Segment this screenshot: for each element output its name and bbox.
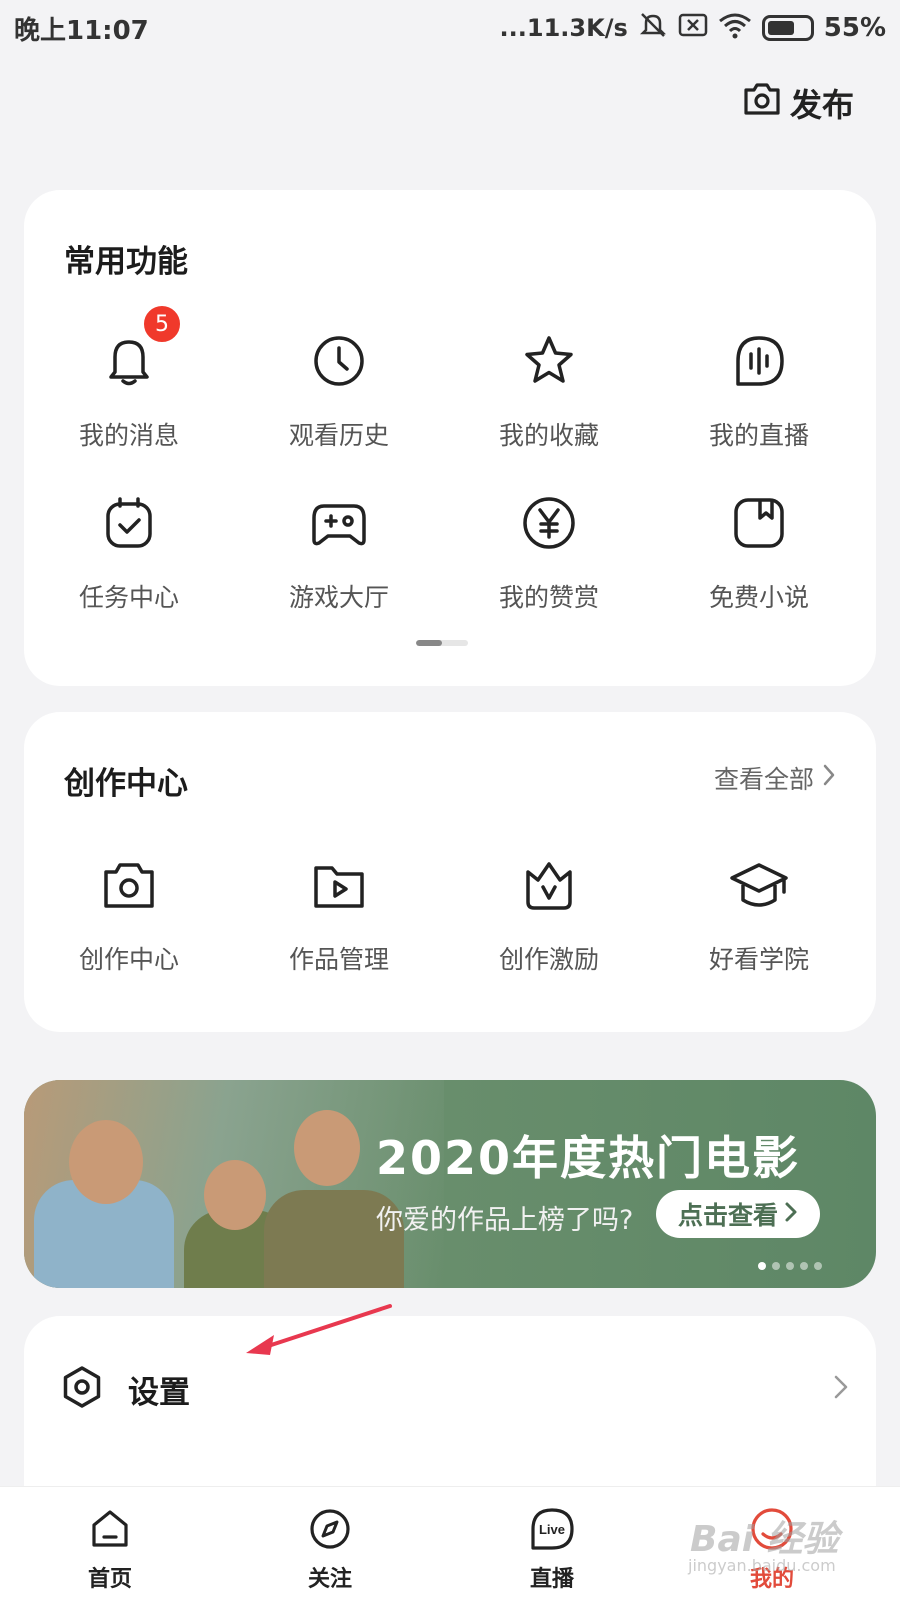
grid-item-my-live[interactable]: 我的直播 [654,330,864,452]
grid-item-creation-incentive[interactable]: 创作激励 [444,854,654,976]
publish-button[interactable]: 发布 [742,80,854,126]
bell-icon: 5 [98,304,182,392]
calendar-check-icon [98,492,160,554]
settings-icon [60,1365,104,1413]
svg-text:Live: Live [539,1522,565,1537]
view-all-link[interactable]: 查看全部 [714,760,836,796]
star-icon [518,330,580,392]
yen-icon [518,492,580,554]
banner-dot [814,1262,822,1270]
home-icon [88,1507,132,1555]
watermark: Bai 经验 [690,1519,839,1560]
network-speed: ...11.3K/s [499,14,628,42]
common-functions-card: 常用功能 5 我的消息 观看历史 我的收藏 我的直播 任务中心 游戏大厅 我的赞… [24,190,876,686]
battery-icon [761,15,814,41]
promo-banner[interactable]: 2020年度热门电影 你爱的作品上榜了吗? 点击查看 [24,1080,876,1288]
watermark-url: jingyan.baidu.com [688,1556,836,1575]
live-icon: Live [529,1507,575,1555]
creation-center-card: 创作中心 查看全部 创作中心 作品管理 创作激励 好看学院 [24,712,876,1032]
grid-item-label: 我的收藏 [498,421,599,450]
sim-disabled-icon [678,12,708,45]
common-functions-title: 常用功能 [64,244,188,280]
grid-item-task-center[interactable]: 任务中心 [24,492,234,614]
banner-dot [800,1262,808,1270]
grid-item-label: 作品管理 [288,945,389,974]
chevron-right-icon [832,1373,850,1405]
grid-item-label: 任务中心 [78,583,179,612]
grid-item-label: 我的消息 [78,421,179,450]
settings-label: 设置 [128,1374,190,1411]
page-indicator [416,640,468,646]
status-indicators: ...11.3K/s 55% [500,10,886,47]
banner-subtitle: 你爱的作品上榜了吗? [376,1205,634,1236]
creation-center-title: 创作中心 [64,766,188,802]
view-all-label: 查看全部 [713,765,814,794]
mute-icon [638,10,668,47]
grid-item-label: 我的直播 [708,421,809,450]
crown-icon [518,854,580,916]
graduation-cap-icon [728,854,790,916]
banner-button-label: 点击查看 [678,1201,779,1230]
settings-row[interactable]: 设置 [60,1354,850,1424]
banner-dot [772,1262,780,1270]
gamepad-icon [308,492,370,554]
banner-page-dots [758,1262,822,1270]
grid-item-label: 创作中心 [78,945,179,974]
grid-item-label: 观看历史 [288,421,389,450]
camera-icon [98,854,160,916]
status-bar: 晚上11:07 ...11.3K/s 55% [0,0,900,56]
publish-label: 发布 [789,86,854,124]
banner-view-button[interactable]: 点击查看 [656,1190,821,1238]
grid-item-works-management[interactable]: 作品管理 [234,854,444,976]
nav-label: 直播 [529,1567,574,1592]
nav-item-live[interactable]: Live 直播 [492,1507,612,1593]
nav-item-home[interactable]: 首页 [50,1507,170,1593]
grid-item-label: 免费小说 [708,583,809,612]
nav-label: 首页 [87,1567,132,1592]
grid-item-my-rewards[interactable]: 我的赞赏 [444,492,654,614]
grid-item-label: 我的赞赏 [498,583,599,612]
banner-title: 2020年度热门电影 [376,1131,801,1185]
grid-item-my-favorites[interactable]: 我的收藏 [444,330,654,452]
grid-item-game-hall[interactable]: 游戏大厅 [234,492,444,614]
banner-dot [758,1262,766,1270]
live-wave-icon [728,330,790,392]
grid-item-my-messages[interactable]: 5 我的消息 [24,304,234,452]
page-indicator-active [416,640,442,646]
battery-level: 55% [823,13,886,43]
banner-dot [786,1262,794,1270]
camera-icon [742,80,782,126]
status-time: 晚上11:07 [14,15,149,46]
grid-item-haokan-academy[interactable]: 好看学院 [654,854,864,976]
chevron-right-icon [784,1200,798,1229]
nav-item-follow[interactable]: 关注 [270,1507,390,1593]
video-folder-icon [308,854,370,916]
compass-icon [308,1507,352,1555]
grid-item-creation-center[interactable]: 创作中心 [24,854,234,976]
wifi-icon [718,11,752,46]
grid-item-watch-history[interactable]: 观看历史 [234,330,444,452]
grid-item-label: 好看学院 [708,945,809,974]
book-icon [728,492,790,554]
chevron-right-icon [822,763,836,793]
grid-item-label: 游戏大厅 [288,583,389,612]
clock-icon [308,330,370,392]
annotation-arrow [246,1304,392,1355]
message-badge: 5 [142,304,182,344]
grid-item-label: 创作激励 [498,945,599,974]
grid-item-free-novels[interactable]: 免费小说 [654,492,864,614]
nav-label: 关注 [307,1567,352,1592]
